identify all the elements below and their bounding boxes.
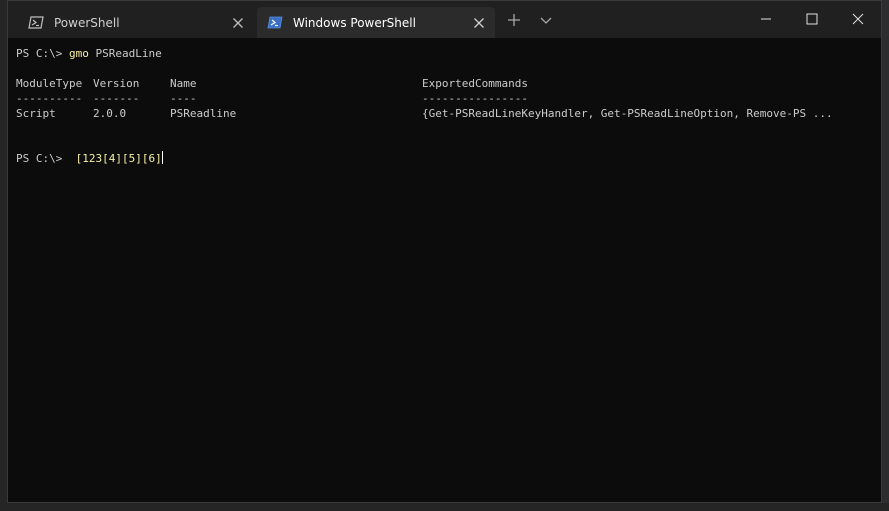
tab-powershell[interactable]: PowerShell	[18, 7, 254, 38]
table-underline-row: ---------- ------- ---- ----------------	[16, 91, 876, 106]
maximize-button[interactable]	[789, 1, 835, 38]
cell-name: PSReadline	[170, 107, 237, 120]
command-line: PS C:\> gmo PSReadLine	[16, 46, 162, 61]
header-moduletype: ModuleType	[16, 77, 83, 90]
table-header-row: ModuleType Version Name ExportedCommands	[16, 76, 876, 91]
plus-icon	[506, 12, 522, 32]
text-cursor	[161, 151, 163, 164]
maximize-icon	[806, 10, 818, 29]
powershell-icon	[267, 16, 283, 29]
tab-windows-powershell[interactable]: Windows PowerShell	[257, 7, 495, 38]
cell-version: 2.0.0	[93, 107, 127, 120]
underline-exportedcommands: ----------------	[422, 92, 528, 105]
close-window-button[interactable]	[835, 1, 881, 38]
cell-moduletype: Script	[16, 107, 56, 120]
minimize-button[interactable]	[743, 1, 789, 38]
input-line[interactable]: PS C:\> [123[4][5][6]	[16, 151, 163, 166]
terminal-window: PowerShell Windows PowerShell PS C:\> gm…	[7, 0, 882, 503]
tab-dropdown-button[interactable]	[534, 10, 558, 34]
new-tab-button[interactable]	[502, 10, 526, 34]
powershell-icon	[28, 16, 44, 29]
cell-exportedcommands: {Get-PSReadLineKeyHandler, Get-PSReadLin…	[422, 107, 833, 120]
prompt: PS C:\>	[16, 152, 63, 165]
header-name: Name	[170, 77, 197, 90]
command-argument: PSReadLine	[95, 47, 162, 60]
command-alias: gmo	[68, 47, 89, 60]
close-icon[interactable]	[230, 15, 246, 31]
close-icon[interactable]	[471, 15, 487, 31]
table-row: Script 2.0.0 PSReadline {Get-PSReadLineK…	[16, 106, 876, 121]
terminal-content[interactable]: PS C:\> gmo PSReadLine ModuleType Versio…	[8, 38, 881, 502]
scrollbar[interactable]	[873, 38, 881, 502]
prompt: PS C:\>	[16, 47, 63, 60]
header-version: Version	[93, 77, 140, 90]
underline-version: -------	[93, 92, 140, 105]
background-editor-strip	[0, 0, 7, 511]
underline-moduletype: ----------	[16, 92, 83, 105]
title-bar: PowerShell Windows PowerShell	[8, 1, 881, 38]
tab-title: PowerShell	[54, 15, 120, 30]
current-input: [123[4][5][6]	[75, 152, 162, 165]
chevron-down-icon	[538, 12, 554, 32]
close-icon	[852, 10, 864, 29]
underline-name: ----	[170, 92, 197, 105]
header-exportedcommands: ExportedCommands	[422, 77, 528, 90]
background-editor-bottom	[0, 503, 889, 511]
tab-title: Windows PowerShell	[293, 15, 416, 30]
minimize-icon	[760, 10, 772, 29]
